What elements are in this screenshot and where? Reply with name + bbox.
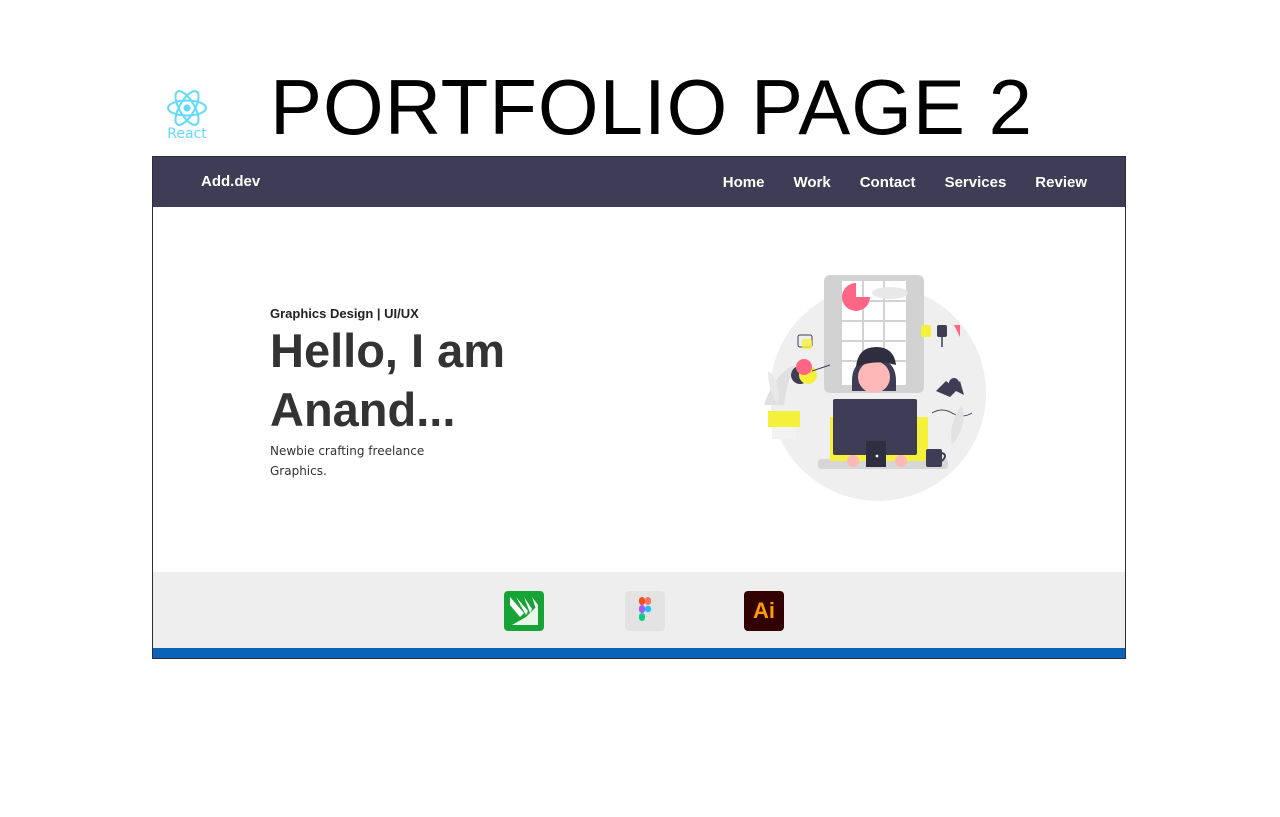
- nav-work[interactable]: Work: [793, 174, 830, 191]
- nav-links: Home Work Contact Services Review: [723, 157, 1087, 207]
- hero-heading: Hello, I am Anand...: [270, 324, 506, 436]
- react-label: React: [167, 126, 207, 142]
- footer-bar: [153, 648, 1125, 658]
- brand-logo[interactable]: Add.dev: [201, 157, 260, 207]
- react-logo: React: [163, 88, 211, 144]
- figma-icon[interactable]: [625, 591, 665, 631]
- nav-services[interactable]: Services: [945, 174, 1007, 191]
- hero-subtitle: Graphics Design | UI/UX: [270, 306, 419, 321]
- page-title: PORTFOLIO PAGE 2: [270, 63, 1033, 151]
- navbar: Add.dev Home Work Contact Services Revie…: [153, 157, 1125, 207]
- illustrator-icon[interactable]: Ai: [744, 591, 784, 631]
- tools-strip: Ai: [153, 572, 1125, 650]
- react-icon: [167, 90, 207, 126]
- nav-home[interactable]: Home: [723, 174, 765, 191]
- nav-contact[interactable]: Contact: [860, 174, 916, 191]
- developer-illustration: [764, 275, 986, 501]
- nav-review[interactable]: Review: [1035, 174, 1087, 191]
- hero-description: Newbie crafting freelance Graphics.: [270, 444, 425, 478]
- website-preview: Add.dev Home Work Contact Services Revie…: [152, 156, 1126, 659]
- coreldraw-icon[interactable]: [504, 591, 544, 631]
